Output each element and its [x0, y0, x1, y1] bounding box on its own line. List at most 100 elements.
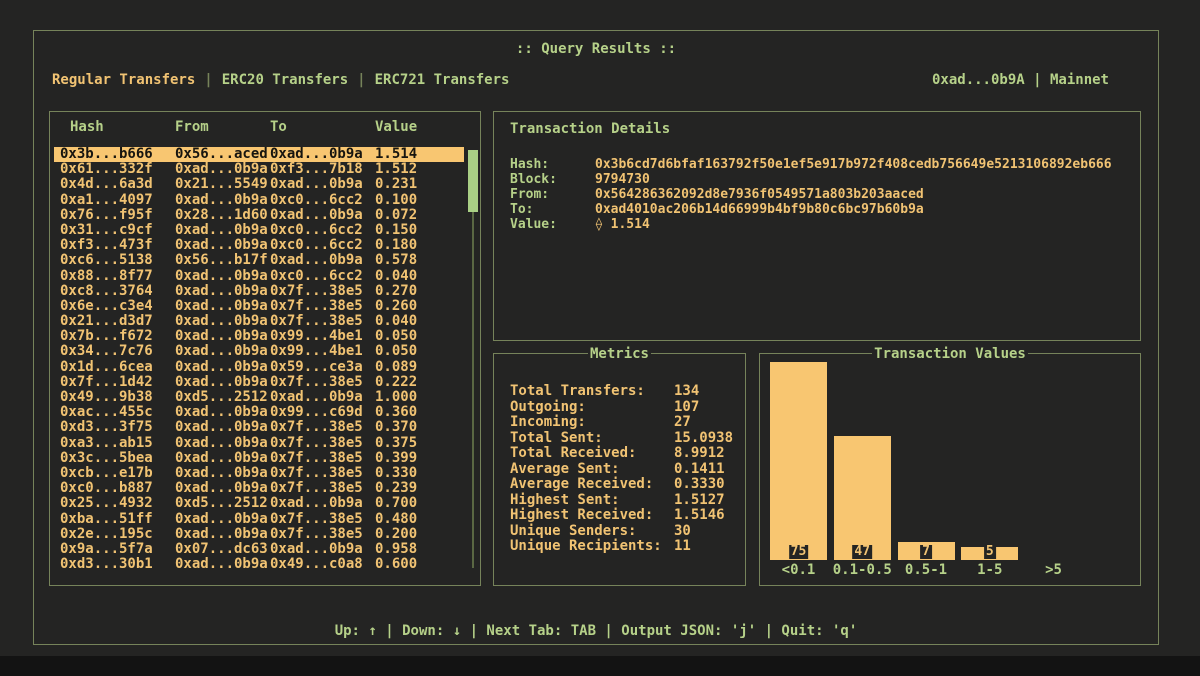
- tab-erc20-transfers[interactable]: ERC20 Transfers: [222, 72, 348, 88]
- transaction-values-chart-panel: Transaction Values 75<0.1470.1-0.570.5-1…: [759, 353, 1141, 586]
- table-cell: 0xad...0b9a: [270, 253, 375, 268]
- bar-1-5: 5: [961, 547, 1018, 560]
- table-row[interactable]: 0xac...455c0xad...0b9a0x99...c69d0.360: [54, 405, 464, 420]
- table-cell: 0x56...b17f: [175, 253, 270, 268]
- transfers-table-panel: Hash From To Value 0x3b...b6660x56...ace…: [49, 111, 481, 586]
- table-cell: 0xad...0b9a: [175, 193, 270, 208]
- table-cell: 0x99...4be1: [270, 344, 375, 359]
- table-cell: 0x7f...38e5: [270, 420, 375, 435]
- table-cell: 0xad...0b9a: [175, 375, 270, 390]
- table-scrollbar[interactable]: [468, 150, 478, 574]
- table-cell: 0.370: [375, 420, 417, 435]
- table-cell: 0xad...0b9a: [175, 481, 270, 496]
- table-cell: 0xad...0b9a: [175, 360, 270, 375]
- table-cell: 0xad...0b9a: [175, 451, 270, 466]
- metric-label: Incoming:: [510, 415, 674, 431]
- table-cell: 0xad...0b9a: [175, 329, 270, 344]
- table-row[interactable]: 0xcb...e17b0xad...0b9a0x7f...38e50.330: [54, 466, 464, 481]
- table-cell: 0xad...0b9a: [175, 420, 270, 435]
- table-cell: 0x6e...c3e4: [60, 299, 175, 314]
- bar-value-label: 5: [984, 545, 996, 559]
- table-cell: 0x2e...195c: [60, 527, 175, 542]
- table-row[interactable]: 0x3b...b6660x56...aced0xad...0b9a1.514: [54, 147, 464, 162]
- table-row[interactable]: 0xd3...3f750xad...0b9a0x7f...38e50.370: [54, 420, 464, 435]
- table-row[interactable]: 0x31...c9cf0xad...0b9a0xc0...6cc20.150: [54, 223, 464, 238]
- table-row[interactable]: 0x25...49320xd5...25120xad...0b9a0.700: [54, 496, 464, 511]
- table-cell: 0.231: [375, 177, 417, 192]
- table-cell: 0xad...0b9a: [270, 147, 375, 162]
- metric-row: Highest Received:1.5146: [510, 508, 745, 524]
- metric-value: 27: [674, 414, 691, 430]
- metric-value: 1.5146: [674, 507, 725, 523]
- table-cell: 0xf3...7b18: [270, 162, 375, 177]
- table-row[interactable]: 0xf3...473f0xad...0b9a0xc0...6cc20.180: [54, 238, 464, 253]
- scrollbar-thumb[interactable]: [468, 150, 478, 212]
- metric-label: Total Sent:: [510, 431, 674, 447]
- column-header-hash: Hash: [50, 119, 175, 135]
- table-cell: 0xa3...ab15: [60, 436, 175, 451]
- table-row[interactable]: 0xa1...40970xad...0b9a0xc0...6cc20.100: [54, 193, 464, 208]
- axis-tick-label: 0.5-1: [905, 562, 947, 578]
- table-row[interactable]: 0x9a...5f7a0x07...dc630xad...0b9a0.958: [54, 542, 464, 557]
- table-row[interactable]: 0x3c...5bea0xad...0b9a0x7f...38e50.399: [54, 451, 464, 466]
- table-cell: 0xba...51ff: [60, 512, 175, 527]
- metric-label: Unique Senders:: [510, 524, 674, 540]
- bar-0.1-0.5: 47: [834, 436, 891, 560]
- table-cell: 0x9a...5f7a: [60, 542, 175, 557]
- column-header-value: Value: [375, 119, 417, 135]
- table-cell: 0.480: [375, 512, 417, 527]
- table-row[interactable]: 0xd3...30b10xad...0b9a0x49...c0a80.600: [54, 557, 464, 572]
- metric-value: 107: [674, 399, 699, 415]
- table-row[interactable]: 0x34...7c760xad...0b9a0x99...4be10.050: [54, 344, 464, 359]
- table-row[interactable]: 0x7f...1d420xad...0b9a0x7f...38e50.222: [54, 375, 464, 390]
- metric-label: Total Received:: [510, 446, 674, 462]
- table-row[interactable]: 0xc8...37640xad...0b9a0x7f...38e50.270: [54, 284, 464, 299]
- table-cell: 0xc6...5138: [60, 253, 175, 268]
- table-row[interactable]: 0xc6...51380x56...b17f0xad...0b9a0.578: [54, 253, 464, 268]
- table-cell: 0xac...455c: [60, 405, 175, 420]
- table-row[interactable]: 0x88...8f770xad...0b9a0xc0...6cc20.040: [54, 269, 464, 284]
- detail-label: Value:: [510, 217, 595, 232]
- metric-row: Total Sent:15.0938: [510, 431, 745, 447]
- tab-regular-transfers[interactable]: Regular Transfers: [52, 72, 195, 88]
- table-cell: 0x76...f95f: [60, 208, 175, 223]
- terminal-screen: { "title": ":: Query Results ::", "accou…: [0, 0, 1200, 676]
- table-cell: 0x7f...38e5: [270, 299, 375, 314]
- table-cell: 0xcb...e17b: [60, 466, 175, 481]
- metric-value: 1.5127: [674, 492, 725, 508]
- details-title: Transaction Details: [510, 121, 1140, 137]
- table-row[interactable]: 0x21...d3d70xad...0b9a0x7f...38e50.040: [54, 314, 464, 329]
- table-row[interactable]: 0xc0...b8870xad...0b9a0x7f...38e50.239: [54, 481, 464, 496]
- tab-erc721-transfers[interactable]: ERC721 Transfers: [375, 72, 510, 88]
- table-cell: 0x31...c9cf: [60, 223, 175, 238]
- metric-value: 0.1411: [674, 461, 725, 477]
- tab-bar: Regular Transfers|ERC20 Transfers|ERC721…: [52, 72, 509, 89]
- bar-0.5-1: 7: [898, 542, 955, 560]
- table-row[interactable]: 0x7b...f6720xad...0b9a0x99...4be10.050: [54, 329, 464, 344]
- detail-value: ⟠ 1.514: [595, 217, 650, 232]
- bar-value-label: 75: [789, 545, 809, 559]
- table-row[interactable]: 0x6e...c3e40xad...0b9a0x7f...38e50.260: [54, 299, 464, 314]
- table-cell: 0.700: [375, 496, 417, 511]
- table-row[interactable]: 0x1d...6cea0xad...0b9a0x59...ce3a0.089: [54, 360, 464, 375]
- table-row[interactable]: 0x2e...195c0xad...0b9a0x7f...38e50.200: [54, 527, 464, 542]
- table-row[interactable]: 0x4d...6a3d0x21...55490xad...0b9a0.231: [54, 177, 464, 192]
- table-row[interactable]: 0x61...332f0xad...0b9a0xf3...7b181.512: [54, 162, 464, 177]
- table-cell: 0x56...aced: [175, 147, 270, 162]
- axis-tick-label: 0.1-0.5: [833, 562, 892, 578]
- metric-value: 15.0938: [674, 430, 733, 446]
- table-row[interactable]: 0x76...f95f0x28...1d600xad...0b9a0.072: [54, 208, 464, 223]
- table-row[interactable]: 0xba...51ff0xad...0b9a0x7f...38e50.480: [54, 512, 464, 527]
- table-cell: 0xad...0b9a: [175, 238, 270, 253]
- metrics-panel: Metrics Total Transfers:134Outgoing:107I…: [493, 353, 746, 586]
- table-row[interactable]: 0x49...9b380xd5...25120xad...0b9a1.000: [54, 390, 464, 405]
- table-cell: 0xc0...6cc2: [270, 193, 375, 208]
- table-row[interactable]: 0xa3...ab150xad...0b9a0x7f...38e50.375: [54, 436, 464, 451]
- detail-value: 0x564286362092d8e7936f0549571a803b203aac…: [595, 187, 924, 202]
- table-cell: 0xad...0b9a: [175, 405, 270, 420]
- table-cell: 0xc0...6cc2: [270, 238, 375, 253]
- axis-tick-label: 1-5: [977, 562, 1002, 578]
- keybinding-hints: Up: ↑ | Down: ↓ | Next Tab: TAB | Output…: [34, 623, 1158, 639]
- table-cell: 0.100: [375, 193, 417, 208]
- metric-value: 134: [674, 383, 699, 399]
